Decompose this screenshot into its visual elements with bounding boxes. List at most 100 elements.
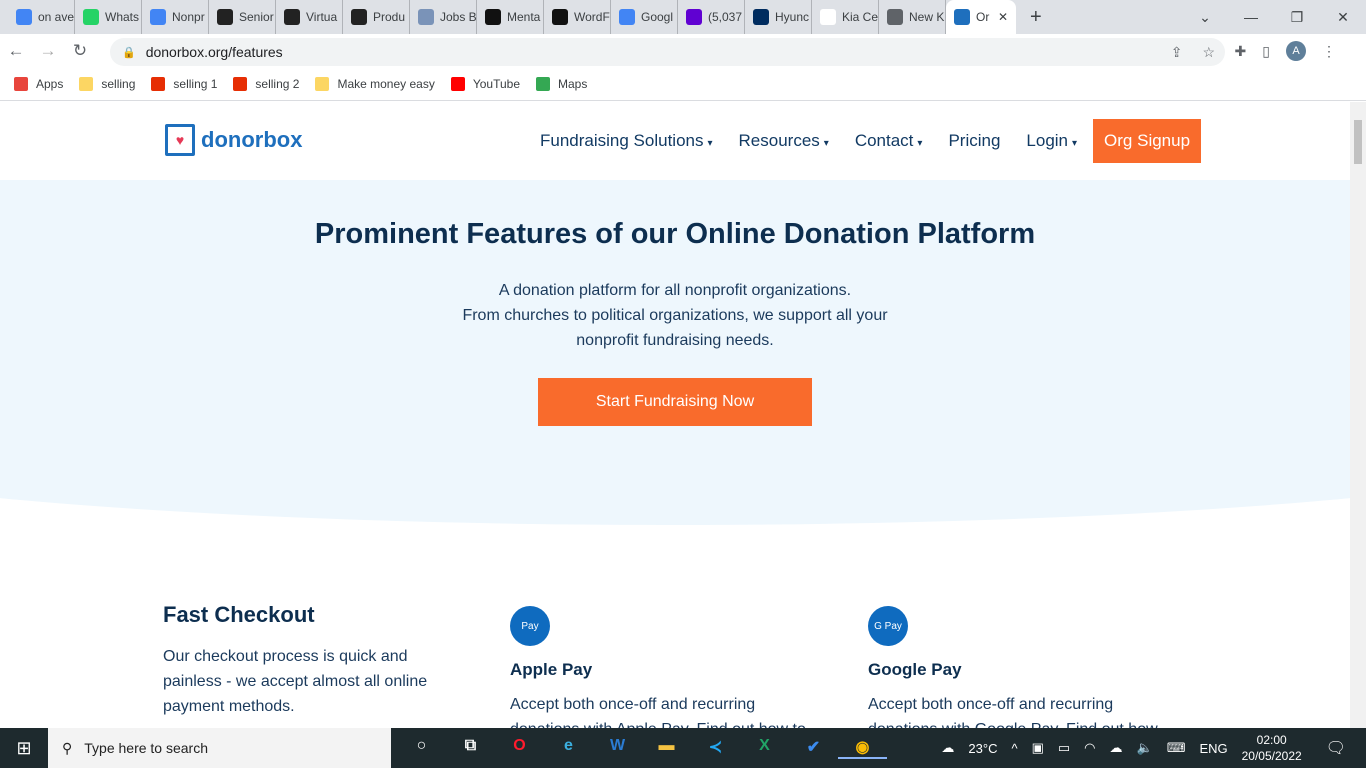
back-button[interactable]: ←	[0, 41, 32, 61]
profile-avatar[interactable]: A	[1286, 41, 1306, 61]
system-tray: ☁ 23°C ^ ▣ ▭ ◠ ☁ 🔈 ⌨ ENG 02:00 20/05/2022…	[941, 732, 1366, 764]
minimize-button[interactable]: —	[1228, 9, 1274, 25]
lock-icon: 🔒	[122, 46, 136, 59]
bookmark-item[interactable]: Maps	[536, 77, 587, 91]
share-icon[interactable]: ⇪	[1171, 44, 1183, 61]
kia-icon	[820, 9, 836, 25]
google-docs-icon	[150, 9, 166, 25]
org-signup-button[interactable]: Org Signup	[1093, 119, 1202, 163]
toolbar: ← → ↻ 🔒 donorbox.org/features ⇪ ☆ ✚ ▯ A ⋮	[0, 34, 1366, 68]
browser-tab[interactable]: Virtua	[276, 0, 343, 34]
browser-tab[interactable]: Kia Ce	[812, 0, 879, 34]
browser-tab[interactable]: Produ	[343, 0, 410, 34]
nav-resources[interactable]: Resources ▾	[739, 131, 829, 151]
battery-icon[interactable]: ▭	[1058, 740, 1070, 756]
google-icon	[16, 9, 32, 25]
feature-description: Accept both once-off and recurring donat…	[868, 696, 1158, 728]
wifi-icon[interactable]: ◠	[1084, 740, 1095, 756]
tab-title: Nonpr	[172, 10, 205, 24]
bookmark-item[interactable]: YouTube	[450, 77, 520, 91]
windows-start-icon[interactable]: ⊞	[0, 738, 48, 759]
page-scrollbar[interactable]	[1350, 102, 1366, 728]
browser-tab[interactable]: New K	[879, 0, 946, 34]
browser-tab[interactable]: Googl	[611, 0, 678, 34]
forward-button[interactable]: →	[32, 41, 64, 61]
bookmark-item[interactable]: selling	[79, 77, 135, 91]
bookmarks-bar: Apps selling selling 1 selling 2 Make money …	[0, 68, 1366, 101]
browser-tab[interactable]: Hyunc	[745, 0, 812, 34]
whatsapp-icon	[83, 9, 99, 25]
nav-pricing[interactable]: Pricing	[948, 131, 1000, 151]
browser-tab[interactable]: Or ✕	[946, 0, 1016, 34]
edge-icon[interactable]: e	[544, 737, 593, 759]
donorbox-icon	[954, 9, 970, 25]
browser-tab[interactable]: Senior	[209, 0, 276, 34]
new-tab-button[interactable]: +	[1030, 6, 1042, 29]
tab-title: WordF	[574, 10, 610, 24]
donorbox-logo[interactable]: ♥ donorbox	[165, 124, 302, 156]
tab-title: New K	[909, 10, 945, 24]
apple-pay-icon: Pay	[510, 606, 550, 646]
close-window-button[interactable]: ✕	[1320, 9, 1366, 26]
notifications-icon[interactable]: 🗨	[1326, 738, 1346, 758]
hyundai-icon	[753, 9, 769, 25]
side-panel-icon[interactable]: ▯	[1262, 43, 1270, 60]
volume-icon[interactable]: 🔈	[1137, 740, 1153, 756]
file-explorer-icon[interactable]: ▬	[642, 737, 691, 759]
bookmark-item[interactable]: Make money easy	[315, 77, 435, 91]
task-view-icon[interactable]: ⧉	[446, 737, 495, 759]
bookmark-item[interactable]: selling 1	[151, 77, 217, 91]
tab-title: Hyunc	[775, 10, 810, 24]
feature-apple-pay: Pay Apple Pay Accept both once-off and r…	[510, 598, 810, 728]
restore-button[interactable]: ❐	[1274, 9, 1320, 26]
reload-button[interactable]: ↻	[64, 41, 96, 61]
tab-search-icon[interactable]: ⌄	[1182, 9, 1228, 26]
excel-icon[interactable]: X	[740, 737, 789, 759]
onedrive-sync-icon[interactable]: ☁	[1110, 740, 1123, 756]
bookmark-item[interactable]: selling 2	[233, 77, 299, 91]
extensions-icon[interactable]: ✚	[1235, 43, 1247, 60]
show-hidden-icons-chevron[interactable]: ^	[1011, 741, 1017, 756]
weather-temp[interactable]: 23°C	[968, 741, 997, 756]
feature-title: Apple Pay	[510, 660, 593, 679]
close-tab-icon[interactable]: ✕	[998, 10, 1008, 24]
heart-box-icon: ♥	[165, 124, 195, 156]
tab-title: Jobs B	[440, 10, 477, 24]
site-header: ♥ donorbox Fundraising Solutions ▾ Resour…	[0, 102, 1350, 180]
tab-title: on ave	[38, 10, 75, 24]
vscode-icon[interactable]: ≺	[691, 737, 740, 759]
language-indicator[interactable]: ENG	[1199, 741, 1227, 756]
browser-tab[interactable]: WordF	[544, 0, 611, 34]
web-page: ♥ donorbox Fundraising Solutions ▾ Resour…	[0, 102, 1350, 728]
todo-icon[interactable]: ✔	[789, 737, 838, 759]
word-icon[interactable]: W	[593, 737, 642, 759]
globe-icon	[887, 9, 903, 25]
browser-tab[interactable]: Whats	[75, 0, 142, 34]
main-nav: Fundraising Solutions ▾ Resources ▾ Contac…	[540, 119, 1202, 163]
start-fundraising-button[interactable]: Start Fundraising Now	[538, 378, 812, 426]
menu-icon[interactable]: ⋮	[1322, 43, 1336, 60]
circle-icon	[485, 9, 501, 25]
browser-tab[interactable]: Menta	[477, 0, 544, 34]
tab-strip: on ave Whats Nonpr Senior Virtua Produ Jobs B M…	[0, 0, 1366, 34]
chrome-icon[interactable]: ◉	[838, 737, 887, 759]
scrollbar-thumb[interactable]	[1354, 120, 1362, 164]
nav-login[interactable]: Login ▾	[1026, 131, 1077, 151]
nav-contact[interactable]: Contact ▾	[855, 131, 923, 151]
browser-tab[interactable]: on ave	[8, 0, 75, 34]
browser-tab[interactable]: Nonpr	[142, 0, 209, 34]
opera-icon[interactable]: O	[495, 737, 544, 759]
clock[interactable]: 02:00 20/05/2022	[1242, 732, 1302, 764]
bookmark-item[interactable]: Apps	[14, 77, 63, 91]
browser-tab[interactable]: (5,037	[678, 0, 745, 34]
bookmark-star-icon[interactable]: ☆	[1202, 44, 1215, 61]
taskbar-search[interactable]: ⚲ Type here to search	[48, 728, 391, 768]
browser-tab[interactable]: Jobs B	[410, 0, 477, 34]
weather-cloud-icon[interactable]: ☁	[941, 740, 954, 756]
address-bar[interactable]: 🔒 donorbox.org/features ⇪ ☆	[110, 38, 1225, 66]
meet-now-icon[interactable]: ▣	[1032, 740, 1044, 756]
cortana-icon[interactable]: ○	[397, 737, 446, 759]
keyboard-icon[interactable]: ⌨	[1167, 740, 1186, 756]
tab-title: Kia Ce	[842, 10, 879, 24]
nav-fundraising-solutions[interactable]: Fundraising Solutions ▾	[540, 131, 713, 151]
